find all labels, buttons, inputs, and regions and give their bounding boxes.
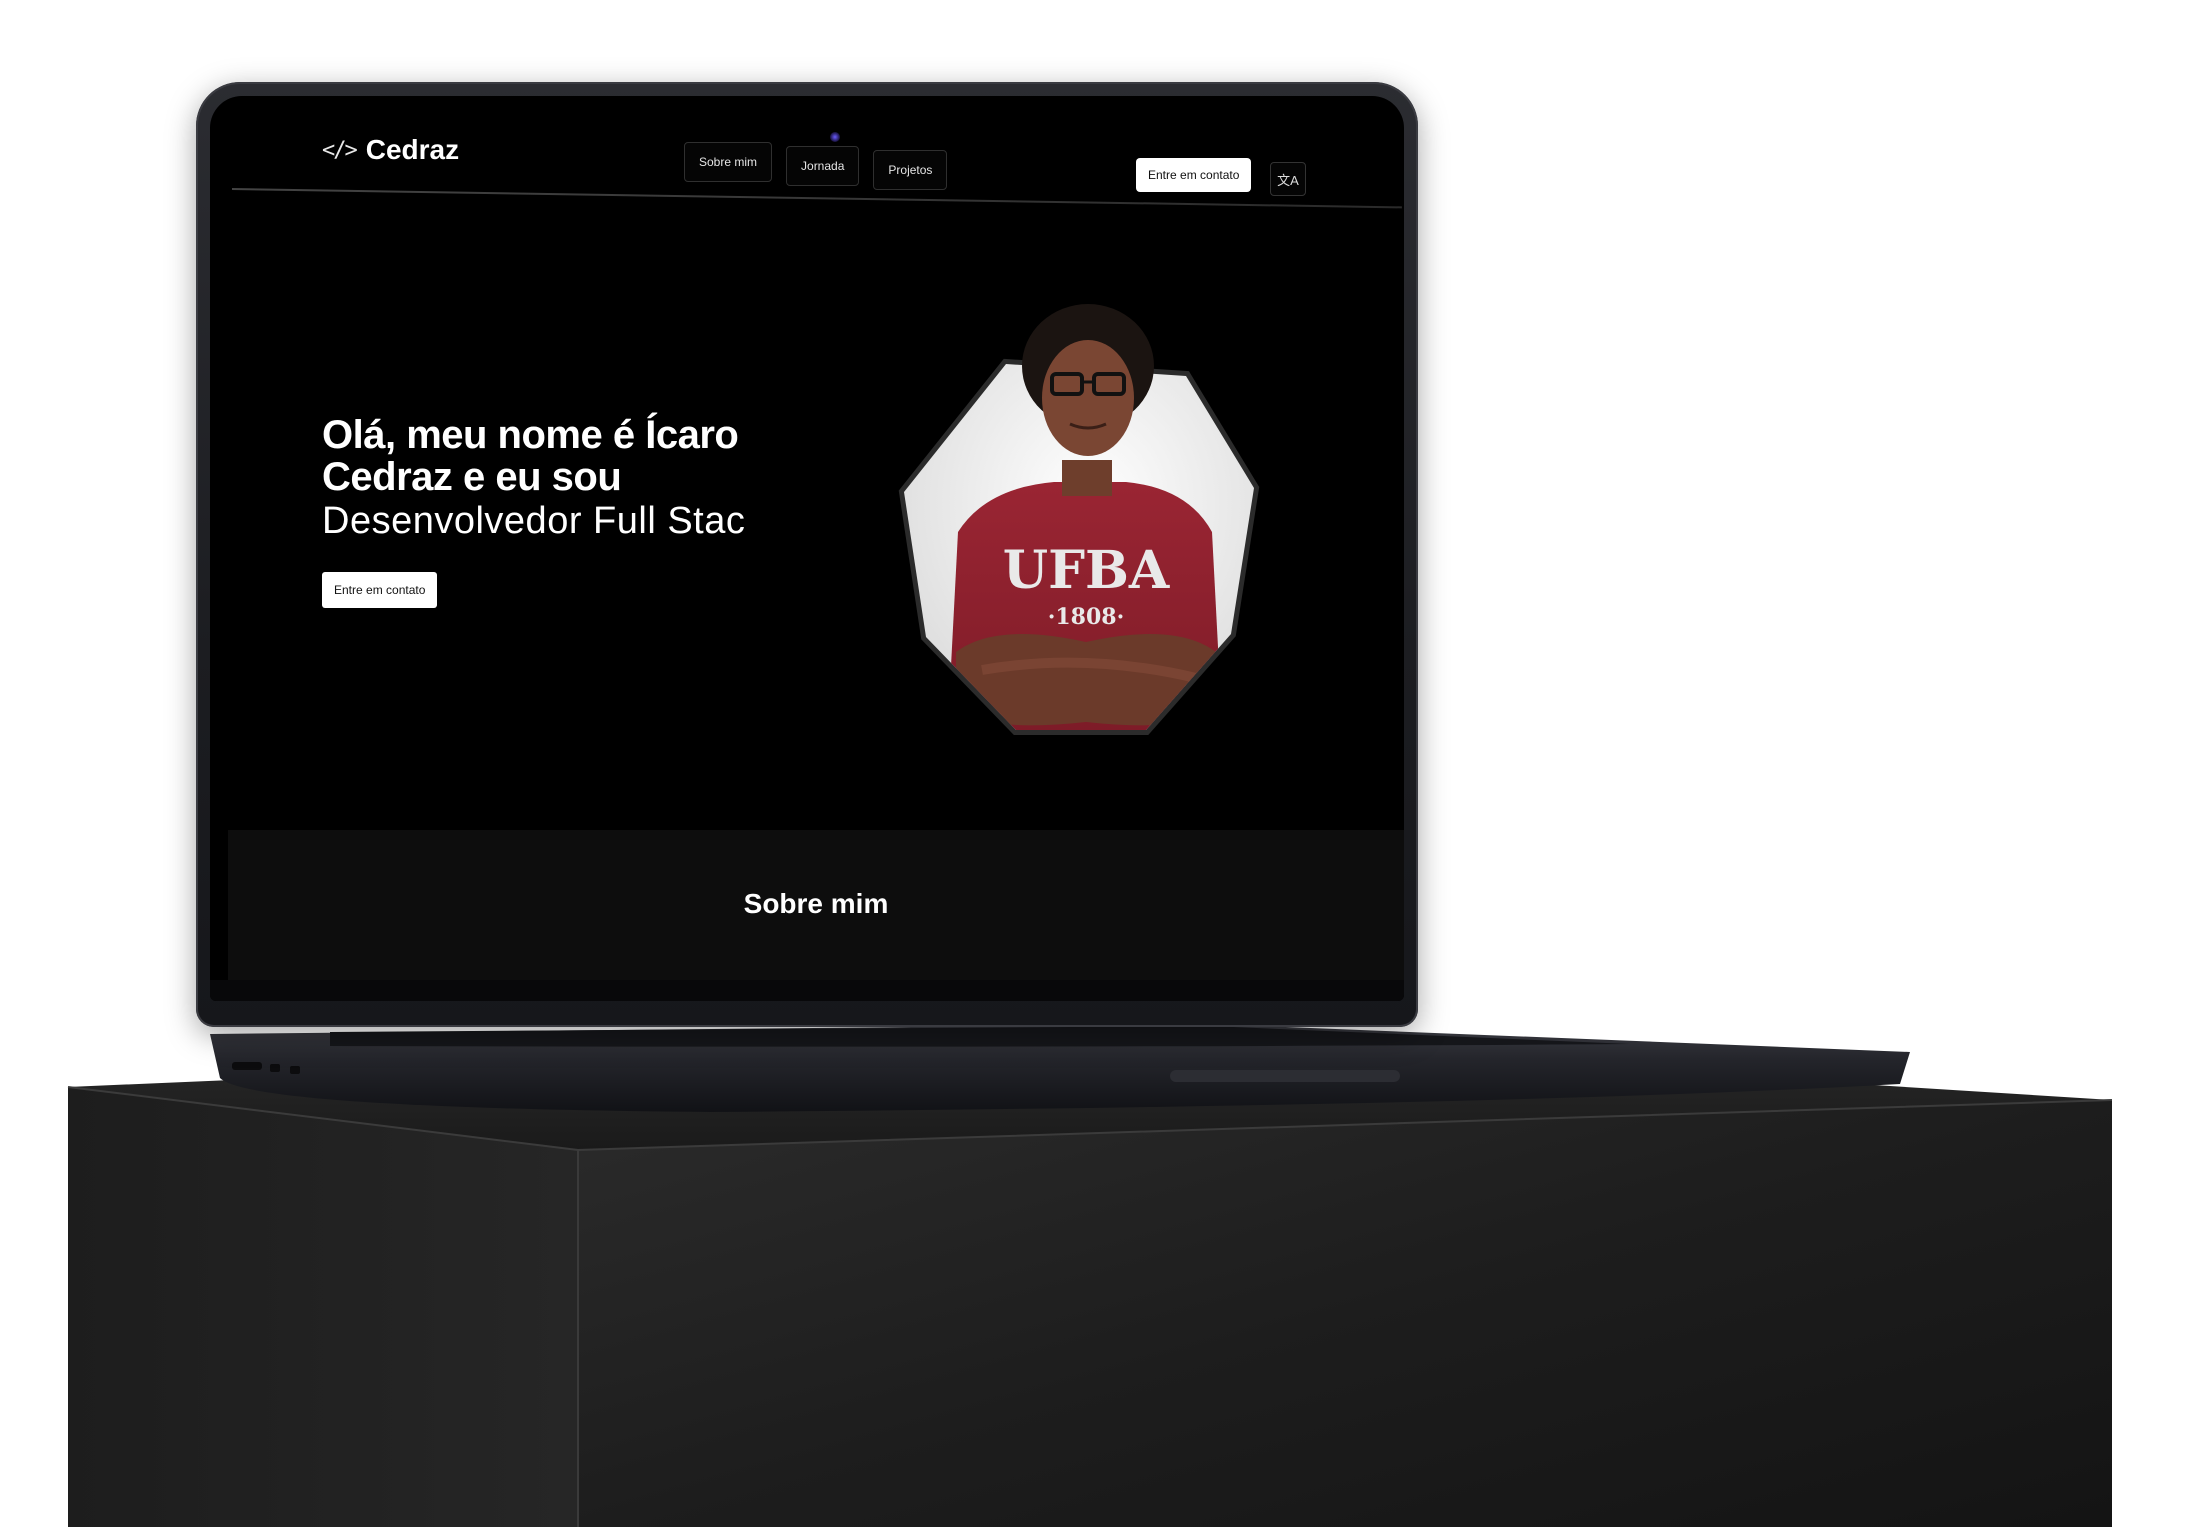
- profile-portrait: UFBA ·1808·: [898, 304, 1260, 735]
- shirt-print-year: ·1808·: [1048, 604, 1125, 630]
- screen-bottom-bezel: [210, 980, 1404, 1001]
- brand-logo[interactable]: </> Cedraz: [322, 134, 459, 166]
- webcam: [830, 132, 840, 142]
- about-title: Sobre mim: [743, 888, 889, 919]
- nav-tabs: Sobre mim Jornada Projetos: [684, 142, 948, 190]
- shirt-print-ufba: UFBA: [1003, 540, 1170, 601]
- translate-icon: 文A: [1277, 172, 1299, 188]
- site-header: </> Cedraz Sobre mim Jornada Projetos En…: [210, 96, 1404, 216]
- tab-jornada[interactable]: Jornada: [786, 146, 860, 186]
- hero-title-line-2: Cedraz e eu sou: [322, 455, 622, 499]
- hero-title: Olá, meu nome é Ícaro Cedraz e eu sou: [322, 413, 739, 499]
- laptop-screen: </> Cedraz Sobre mim Jornada Projetos En…: [210, 96, 1404, 1001]
- code-brackets-icon: </>: [322, 137, 358, 163]
- tab-sobre-mim[interactable]: Sobre mim: [684, 142, 773, 182]
- about-section: Sobre mim: [228, 830, 1404, 980]
- laptop-base: [210, 1024, 1910, 1112]
- hero-title-line-1: Olá, meu nome é Ícaro: [322, 413, 739, 457]
- hero-contact-button[interactable]: Entre em contato: [322, 572, 438, 608]
- tab-projetos[interactable]: Projetos: [873, 150, 948, 190]
- hero-subtitle: Desenvolvedor Full Stac: [322, 500, 746, 542]
- contact-button[interactable]: Entre em contato: [1136, 158, 1252, 192]
- brand-name: Cedraz: [365, 134, 460, 165]
- translate-button[interactable]: 文A: [1270, 162, 1306, 196]
